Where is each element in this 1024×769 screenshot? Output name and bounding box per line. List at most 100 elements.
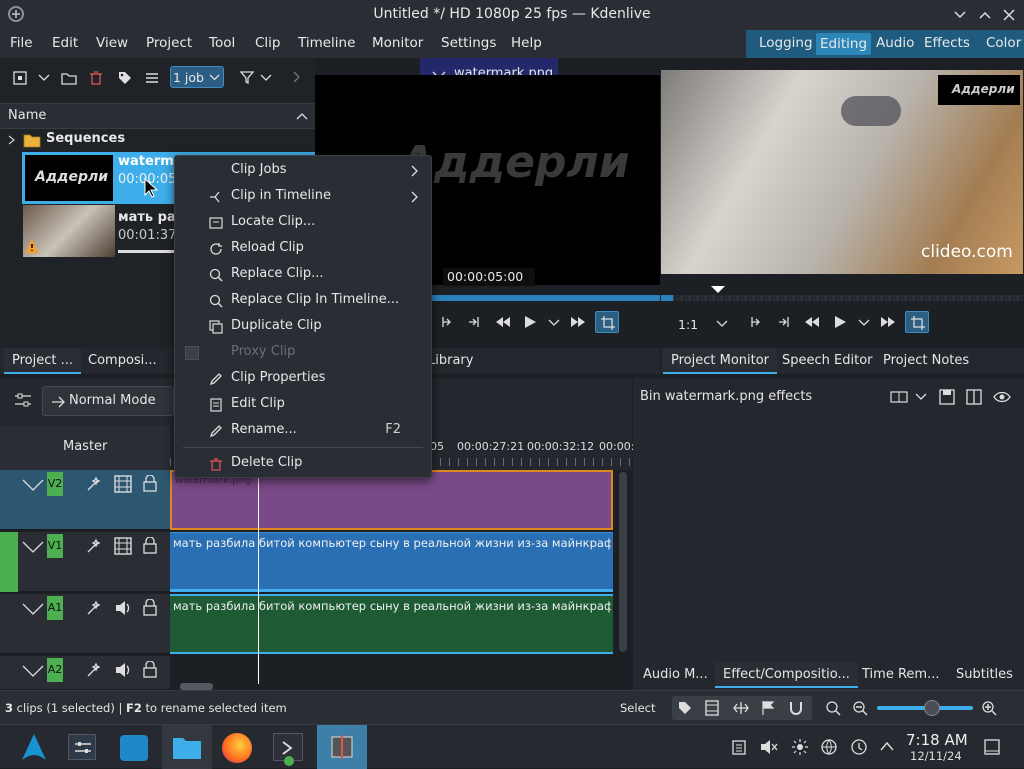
menu-item-reload-clip[interactable]: Reload Clip: [175, 236, 431, 262]
tab-compositions[interactable]: Composi...: [80, 348, 165, 374]
tab-audio-mixer[interactable]: Audio M...: [635, 662, 716, 688]
add-clip-icon[interactable]: [12, 70, 28, 86]
menu-item-clip-in-timeline[interactable]: Clip in Timeline: [175, 184, 431, 210]
zoom-chevron-icon[interactable]: [716, 320, 728, 328]
magnet-icon[interactable]: [789, 700, 803, 716]
tab-project-notes[interactable]: Project Notes: [875, 348, 977, 374]
collapse-icon[interactable]: [22, 665, 44, 677]
set-in-icon[interactable]: [440, 315, 454, 329]
clock-time[interactable]: 7:18 AM: [906, 731, 968, 749]
filter-chevron-down-icon[interactable]: [260, 73, 272, 83]
play-chevron-icon[interactable]: [858, 319, 870, 327]
playhead-marker-icon[interactable]: [711, 286, 725, 294]
film-icon[interactable]: [114, 475, 132, 493]
project-ruler[interactable]: [673, 295, 1023, 301]
menu-item-replace-clip[interactable]: Replace Clip...: [175, 262, 431, 288]
sequences-folder[interactable]: Sequences: [0, 130, 315, 150]
timeline-settings-icon[interactable]: [14, 392, 32, 408]
maximize-icon[interactable]: [978, 8, 992, 22]
menu-help[interactable]: Help: [511, 35, 542, 51]
clipboard-icon[interactable]: [732, 739, 746, 755]
menu-view[interactable]: View: [96, 35, 128, 51]
lock-icon[interactable]: [143, 599, 157, 616]
chevron-right-icon[interactable]: [292, 71, 302, 83]
vertical-scrollbar[interactable]: [619, 472, 627, 652]
sort-up-icon[interactable]: [296, 112, 308, 120]
filter-icon[interactable]: [240, 70, 254, 84]
flag-icon[interactable]: [761, 700, 775, 716]
menu-timeline[interactable]: Timeline: [298, 35, 355, 51]
speaker-icon[interactable]: [114, 599, 132, 617]
horizontal-scrollbar[interactable]: [180, 683, 213, 690]
firefox-icon[interactable]: [222, 733, 252, 763]
zoom-slider-handle[interactable]: [924, 700, 940, 716]
effects-wand-icon[interactable]: [86, 600, 102, 616]
tab-speech-editor[interactable]: Speech Editor: [774, 348, 881, 374]
chevron-down-icon[interactable]: [38, 73, 50, 83]
split-view-icon[interactable]: [966, 389, 982, 405]
menu-item-delete-clip[interactable]: Delete Clip: [175, 451, 431, 477]
fast-forward-icon[interactable]: [570, 316, 586, 328]
edit-mode-dropdown[interactable]: Normal Mode: [42, 386, 174, 416]
layout-editing[interactable]: Editing: [816, 33, 872, 55]
store-app-icon[interactable]: [120, 735, 148, 761]
collapse-icon[interactable]: [22, 541, 44, 553]
tag-icon[interactable]: [117, 70, 133, 86]
crop-toggle-icon[interactable]: [595, 311, 619, 333]
menu-item-locate-clip[interactable]: Locate Clip...: [175, 210, 431, 236]
layout-logging[interactable]: Logging: [759, 35, 813, 51]
play-icon[interactable]: [524, 316, 536, 328]
track-header-a2[interactable]: A2: [0, 656, 170, 690]
close-icon[interactable]: [1002, 8, 1016, 22]
menu-file[interactable]: File: [10, 35, 33, 51]
menu-item-rename[interactable]: Rename... F2: [175, 418, 431, 444]
menu-project[interactable]: Project: [146, 35, 192, 51]
clip-seek-bar[interactable]: [430, 295, 660, 301]
menu-item-duplicate-clip[interactable]: Duplicate Clip: [175, 314, 431, 340]
collapse-icon[interactable]: [22, 479, 44, 491]
tag-icon[interactable]: [678, 701, 692, 715]
save-icon[interactable]: [939, 389, 955, 405]
lock-icon[interactable]: [143, 661, 157, 678]
job-count-dropdown[interactable]: 1 job: [170, 66, 224, 88]
minimize-icon[interactable]: [953, 8, 967, 22]
clip-a1-audio[interactable]: мать разбила битой компьютер сыну в реал…: [170, 594, 613, 654]
expand-arrow-icon[interactable]: [8, 135, 16, 145]
tab-time-remap[interactable]: Time Rem...: [854, 662, 947, 688]
master-header[interactable]: Master: [0, 426, 170, 470]
film-icon[interactable]: [114, 537, 132, 555]
set-out-icon[interactable]: [777, 315, 791, 329]
track-header-v2[interactable]: V2: [0, 470, 170, 530]
project-seek-bar[interactable]: [661, 295, 673, 301]
menu-tool[interactable]: Tool: [209, 35, 235, 51]
rewind-icon[interactable]: [804, 316, 820, 328]
zoom-out-icon[interactable]: [853, 701, 868, 716]
menu-item-replace-clip-in-timeline[interactable]: Replace Clip In Timeline...: [175, 288, 431, 314]
play-chevron-icon[interactable]: [548, 319, 560, 327]
spacer-icon[interactable]: [733, 701, 749, 715]
track-header-a1[interactable]: A1: [0, 594, 170, 654]
kdenlive-task-icon[interactable]: [317, 725, 367, 769]
tab-subtitles[interactable]: Subtitles: [948, 662, 1021, 688]
project-monitor-video[interactable]: Аддерли clideo.com: [661, 70, 1023, 274]
menu-monitor[interactable]: Monitor: [372, 35, 423, 51]
clip-v1-video[interactable]: мать разбила битой компьютер сыну в реал…: [170, 532, 613, 592]
volume-muted-icon[interactable]: [760, 739, 778, 755]
bin-column-header[interactable]: Name: [0, 103, 315, 129]
set-in-icon[interactable]: [749, 315, 763, 329]
tray-expand-icon[interactable]: [880, 741, 894, 751]
chevron-down-icon[interactable]: [915, 393, 927, 401]
menu-edit[interactable]: Edit: [52, 35, 78, 51]
clip-timecode[interactable]: 00:00:05:00: [443, 268, 535, 286]
speaker-icon[interactable]: [114, 661, 132, 679]
zoom-fit-icon[interactable]: [826, 701, 841, 716]
layout-color[interactable]: Color: [986, 35, 1021, 51]
tab-project-bin[interactable]: Project ...: [4, 348, 82, 374]
layout-audio[interactable]: Audio: [876, 35, 914, 51]
tab-effect-composition[interactable]: Effect/Compositio...: [715, 662, 858, 688]
show-desktop-icon[interactable]: [984, 739, 1000, 755]
tab-project-monitor[interactable]: Project Monitor: [663, 348, 778, 374]
track-header-v1[interactable]: V1: [18, 532, 170, 592]
eye-icon[interactable]: [993, 390, 1011, 404]
effects-wand-icon[interactable]: [86, 476, 102, 492]
